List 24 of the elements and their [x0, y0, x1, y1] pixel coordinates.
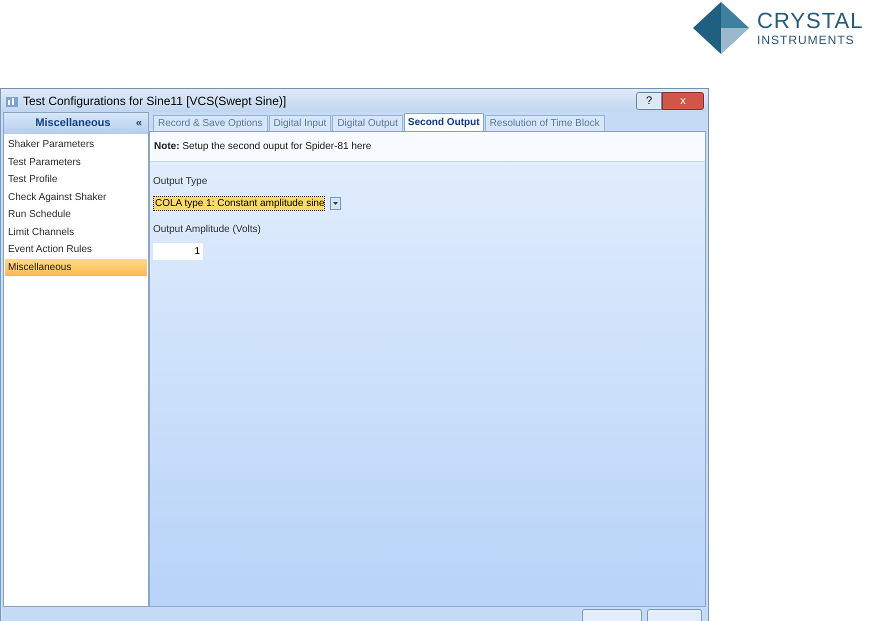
tab[interactable]: Digital Input: [268, 115, 332, 131]
close-button[interactable]: x: [662, 92, 704, 110]
sidebar-item[interactable]: Test Parameters: [5, 154, 147, 171]
output-amplitude-field[interactable]: 1: [153, 243, 203, 260]
sidebar-item[interactable]: Run Schedule: [5, 206, 147, 224]
sidebar-item[interactable]: Shaker Parameters: [5, 136, 147, 154]
note-text: Note: Setup the second ouput for Spider-81 here: [154, 140, 372, 154]
sidebar-item[interactable]: Miscellaneous: [5, 258, 147, 276]
help-button[interactable]: ?: [636, 92, 662, 110]
tab[interactable]: Second Output: [404, 113, 484, 131]
logo-text: INSTRUMENTS: [757, 34, 856, 46]
logo-icon: [693, 2, 749, 54]
output-type-dropdown[interactable]: COLA type 1: Constant amplitude sine: [153, 196, 325, 211]
sidebar-title: Miscellaneous: [34, 116, 112, 132]
logo-text: CRYSTAL: [757, 10, 864, 32]
field-label: Output Amplitude (Volts): [153, 223, 262, 237]
tab[interactable]: Digital Output: [332, 115, 403, 131]
field-label: Output Type: [153, 175, 208, 189]
window-title: Test Configurations for Sine11 [VCS(Swept Sine)]: [23, 92, 286, 110]
collapse-button[interactable]: «: [136, 115, 142, 132]
sidebar-item[interactable]: Limit Channels: [5, 224, 147, 241]
sidebar-item[interactable]: Event Action Rules: [5, 241, 147, 258]
sidebar-item[interactable]: Check Against Shaker: [5, 188, 147, 206]
sidebar-item[interactable]: Test Profile: [5, 171, 147, 188]
